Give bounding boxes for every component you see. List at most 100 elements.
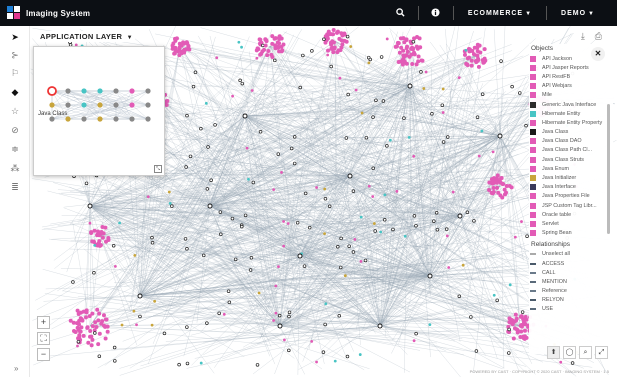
footer-text: POWERED BY CAST · COPYRIGHT © 2020 CAST … bbox=[469, 369, 609, 374]
hierarchy-icon[interactable]: ⊱ bbox=[0, 50, 30, 61]
expand-icon[interactable]: ⤢ bbox=[595, 346, 608, 359]
legend-swatch bbox=[530, 280, 536, 283]
divider bbox=[452, 6, 454, 20]
relations-item[interactable]: ACCESS bbox=[529, 259, 613, 268]
objects-item[interactable]: Hibernate Entity bbox=[529, 109, 613, 118]
legend-swatch bbox=[530, 83, 536, 90]
relations-item[interactable]: RELYON bbox=[529, 296, 613, 305]
chevron-down-icon: ▼ bbox=[525, 10, 533, 17]
lasso-icon[interactable]: ◯ bbox=[563, 346, 576, 359]
expand-sidebar-icon[interactable]: » bbox=[14, 364, 18, 373]
objects-item[interactable]: Spring Bean bbox=[529, 229, 613, 238]
minimap-caption: Java Class bbox=[38, 111, 68, 117]
legend-swatch bbox=[530, 156, 536, 163]
chevron-down-icon: ▼ bbox=[126, 35, 133, 41]
legend-label: Hibernate Entity Property bbox=[542, 119, 603, 126]
relationships-list: Unselect all ACCESS CALL MENTION Reference RE… bbox=[529, 250, 613, 314]
objects-item[interactable]: API Webjars bbox=[529, 82, 613, 91]
zoom-in-button[interactable]: + bbox=[37, 316, 50, 329]
legend-swatch bbox=[530, 55, 536, 62]
legend-swatch bbox=[530, 211, 536, 218]
relations-item[interactable]: USE bbox=[529, 305, 613, 314]
legend-swatch bbox=[530, 129, 536, 136]
minimap[interactable]: Java Class ⤡ bbox=[33, 46, 165, 176]
search-icon[interactable]: ⌕ bbox=[579, 346, 592, 359]
relations-item[interactable]: MENTION bbox=[529, 277, 613, 286]
user-menu-label: DEMO bbox=[561, 9, 587, 17]
legend-label: API RestFB bbox=[542, 73, 571, 80]
save-icon[interactable]: ⎙ bbox=[595, 31, 602, 42]
objects-item[interactable]: Java Properties File bbox=[529, 192, 613, 201]
fit-to-screen-button[interactable]: ⛶ bbox=[37, 332, 50, 345]
zoom-out-button[interactable]: − bbox=[37, 348, 50, 361]
blocked-icon[interactable]: ⊘ bbox=[0, 125, 30, 136]
objects-item[interactable]: Java Initializer bbox=[529, 173, 613, 182]
database-icon[interactable]: ≣ bbox=[0, 182, 30, 193]
legend-panel: Objects API Jackson API Jasper Reports API… bbox=[529, 44, 613, 354]
legend-label: Java Class DAO bbox=[542, 138, 582, 145]
legend-swatch bbox=[530, 290, 536, 293]
app-title: Imaging System bbox=[26, 8, 91, 18]
objects-item[interactable]: Oracle table bbox=[529, 210, 613, 219]
legend-swatch bbox=[530, 230, 536, 237]
download-icon[interactable]: ⤓ bbox=[581, 31, 585, 42]
objects-item[interactable]: API Jasper Reports bbox=[529, 63, 613, 72]
legend-label: JSP Custom Tag Libr... bbox=[542, 202, 597, 209]
objects-item[interactable]: API RestFB bbox=[529, 72, 613, 81]
legend-label: RELYON bbox=[542, 297, 564, 304]
legend-label: Java Class bbox=[542, 129, 569, 136]
legend-swatch bbox=[530, 193, 536, 200]
navigation-arrow-icon[interactable]: ➤ bbox=[0, 32, 30, 43]
legend-label: Generic Java Interface bbox=[542, 101, 597, 108]
legend-label: API Jackson bbox=[542, 55, 572, 62]
objects-list: API Jackson API Jasper Reports API RestFB A… bbox=[529, 54, 613, 238]
legend-label: Servlet bbox=[542, 220, 559, 227]
objects-item[interactable]: Java Class Struts bbox=[529, 155, 613, 164]
close-legend-button[interactable]: ✕ bbox=[591, 47, 605, 61]
tag-icon[interactable]: ◆ bbox=[0, 87, 30, 98]
objects-item[interactable]: Java Enum bbox=[529, 164, 613, 173]
app-logo-icon bbox=[7, 6, 21, 20]
legend-label: CALL bbox=[542, 269, 556, 276]
legend-label: MENTION bbox=[542, 278, 567, 285]
legend-scrollbar[interactable] bbox=[607, 104, 610, 234]
objects-item[interactable]: Generic Java Interface bbox=[529, 100, 613, 109]
resize-handle-icon[interactable]: ⤡ bbox=[154, 165, 162, 173]
star-icon[interactable]: ☆ bbox=[0, 106, 30, 117]
objects-item[interactable]: Java Interface bbox=[529, 183, 613, 192]
application-menu-label: ECOMMERCE bbox=[467, 9, 524, 17]
legend-swatch bbox=[530, 184, 536, 191]
legend-label: Java Enum bbox=[542, 165, 569, 172]
cursor-icon[interactable]: ⬆ bbox=[547, 346, 560, 359]
legend-swatch bbox=[530, 220, 536, 227]
network-icon[interactable]: ⁂ bbox=[0, 163, 30, 174]
legend-swatch bbox=[530, 175, 536, 182]
legend-label: Java Class Path Cl... bbox=[542, 147, 593, 154]
legend-swatch bbox=[530, 165, 536, 172]
relations-item[interactable]: CALL bbox=[529, 268, 613, 277]
relations-item[interactable]: Reference bbox=[529, 287, 613, 296]
user-menu[interactable]: DEMO ▼ bbox=[553, 10, 603, 17]
relations-item[interactable]: Unselect all bbox=[529, 250, 613, 259]
legend-label: USE bbox=[542, 306, 554, 313]
objects-item[interactable]: Java Class DAO bbox=[529, 137, 613, 146]
legend-label: Mile bbox=[542, 92, 552, 99]
objects-item[interactable]: Hibernate Entity Property bbox=[529, 118, 613, 127]
legend-swatch bbox=[530, 92, 536, 99]
layer-selector[interactable]: APPLICATION LAYER ▼ bbox=[38, 31, 135, 42]
flag-icon[interactable]: ⚐ bbox=[0, 68, 30, 79]
application-menu[interactable]: ECOMMERCE ▼ bbox=[460, 10, 540, 17]
objects-item[interactable]: Java Class bbox=[529, 128, 613, 137]
objects-item[interactable]: Java Class Path Cl... bbox=[529, 146, 613, 155]
graph-tools: ⬆ ◯ ⌕ ⤢ bbox=[547, 346, 608, 359]
objects-item[interactable]: Servlet bbox=[529, 219, 613, 228]
divider bbox=[546, 6, 548, 20]
legend-label: ACCESS bbox=[542, 260, 565, 267]
info-icon[interactable] bbox=[425, 7, 447, 19]
legend-swatch bbox=[530, 64, 536, 71]
objects-item[interactable]: JSP Custom Tag Libr... bbox=[529, 201, 613, 210]
legend-label: Java Class Struts bbox=[542, 156, 584, 163]
objects-item[interactable]: Mile bbox=[529, 91, 613, 100]
search-icon[interactable] bbox=[390, 7, 412, 19]
filter-sliders-icon[interactable]: ≑ bbox=[0, 144, 30, 155]
